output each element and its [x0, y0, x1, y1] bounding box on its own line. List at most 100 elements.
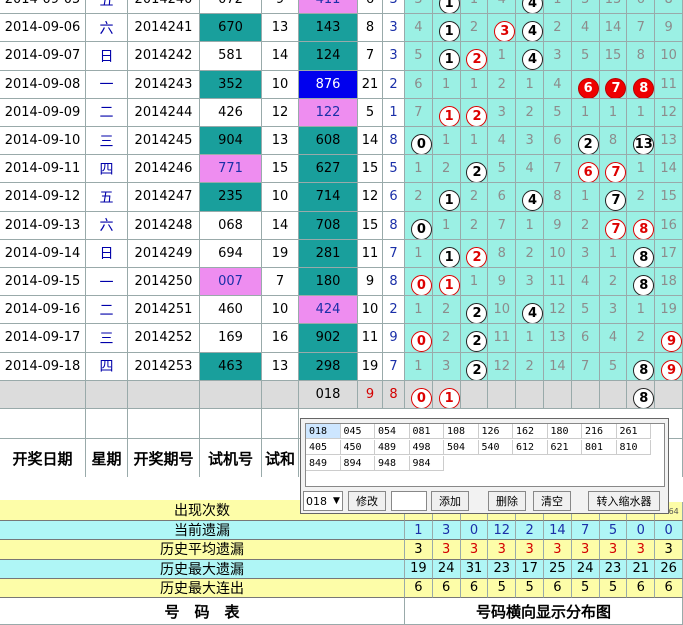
- grid-cell: 1: [432, 14, 461, 43]
- number-select[interactable]: 018 ▼: [303, 491, 343, 511]
- grid-cell: 5: [571, 296, 600, 325]
- hit-ball: 4: [522, 190, 543, 211]
- candidate-number[interactable]: 984: [409, 456, 444, 471]
- hit-ball: 0: [410, 275, 432, 296]
- number-list-grid[interactable]: 018 045 054 081 108 126 162 180 216 261 405 450 489 4…: [305, 423, 665, 487]
- grid-cell: 2: [544, 14, 572, 43]
- candidate-number[interactable]: 801: [582, 440, 617, 455]
- row-test-number: 581: [200, 42, 262, 71]
- row-weekday: 二: [86, 296, 128, 325]
- hit-ball: 0: [410, 331, 432, 352]
- row-prize-number: 180: [299, 268, 358, 297]
- row-sum: 21: [358, 70, 383, 99]
- grid-cell: 1: [516, 324, 544, 353]
- row-route: 1: [383, 98, 405, 127]
- row-sum: 15: [358, 155, 383, 184]
- row-test-sum: 7: [262, 268, 299, 297]
- grid-cell: 8: [627, 70, 656, 99]
- row-weekday: 一: [86, 70, 128, 99]
- grid-cell: 9: [655, 14, 683, 43]
- row-sum: 8: [358, 14, 383, 43]
- candidate-number[interactable]: 081: [409, 424, 444, 439]
- candidate-number[interactable]: 540: [478, 440, 513, 455]
- candidate-number[interactable]: 018: [306, 424, 341, 439]
- row-date: 2014-09-10: [0, 127, 86, 156]
- row-sum: 9: [358, 268, 383, 297]
- candidate-number[interactable]: 054: [375, 424, 410, 439]
- blank-cell: [200, 409, 262, 439]
- grid-cell: 4: [599, 324, 628, 353]
- candidate-number[interactable]: 612: [513, 440, 548, 455]
- row-route: 8: [383, 127, 405, 156]
- stat-value: 3: [488, 540, 517, 560]
- candidate-number[interactable]: 045: [340, 424, 375, 439]
- row-weekday: 五: [86, 183, 128, 212]
- row-test-sum: 12: [262, 98, 299, 127]
- row-test-number: 007: [200, 268, 262, 297]
- grid-cell: 12: [488, 352, 517, 381]
- candidate-number[interactable]: 108: [444, 424, 479, 439]
- row-test-sum: 10: [262, 296, 299, 325]
- hit-ball: 1: [438, 105, 460, 126]
- row-route: 8: [383, 268, 405, 297]
- row-route: 2: [383, 70, 405, 99]
- delete-button[interactable]: 删除: [488, 491, 526, 511]
- candidate-number[interactable]: 621: [547, 440, 582, 455]
- row-date: 2014-09-13: [0, 211, 86, 240]
- row-sum: 12: [358, 183, 383, 212]
- grid-cell: 7: [627, 14, 656, 43]
- candidate-number[interactable]: 216: [582, 424, 617, 439]
- number-list-popup: 018 045 054 081 108 126 162 180 216 261 405 450 489 4…: [300, 418, 669, 514]
- hit-ball: 8: [633, 359, 655, 380]
- candidate-number[interactable]: 849: [306, 456, 341, 471]
- row-test-sum: 19: [262, 239, 299, 268]
- pending-grid-cell: [571, 380, 600, 409]
- candidate-number[interactable]: 810: [616, 440, 651, 455]
- modify-button[interactable]: 修改: [348, 491, 386, 511]
- grid-cell: 2: [516, 239, 544, 268]
- grid-cell: 2: [460, 324, 489, 353]
- grid-cell: 13: [655, 127, 683, 156]
- candidate-number[interactable]: 180: [547, 424, 582, 439]
- grid-cell: 3: [405, 0, 433, 15]
- grid-cell: 1: [460, 127, 489, 156]
- grid-cell: 2: [460, 155, 489, 184]
- stat-value: 6: [655, 578, 683, 598]
- stat-value: 14: [544, 521, 572, 541]
- stat-value: 3: [516, 540, 544, 560]
- footer-number-table-label: 号 码 表: [0, 598, 405, 625]
- candidate-number[interactable]: 261: [616, 424, 651, 439]
- candidate-number[interactable]: 450: [340, 440, 375, 455]
- candidate-number[interactable]: 489: [375, 440, 410, 455]
- convert-to-reducer-button[interactable]: 转入缩水器: [588, 491, 660, 511]
- stat-value: 3: [405, 540, 433, 560]
- row-route: 9: [383, 324, 405, 353]
- row-route: 8: [383, 211, 405, 240]
- row-sum: 19: [358, 352, 383, 381]
- grid-cell: 2: [460, 98, 489, 127]
- candidate-number[interactable]: 126: [478, 424, 513, 439]
- grid-cell: 9: [544, 211, 572, 240]
- row-date: 2014-09-14: [0, 239, 86, 268]
- add-button[interactable]: 添加: [431, 491, 469, 511]
- grid-cell: 4: [516, 296, 544, 325]
- hit-ball: 4: [522, 303, 543, 324]
- row-test-number: 694: [200, 239, 262, 268]
- candidate-number[interactable]: 948: [375, 456, 410, 471]
- grid-cell: 3: [599, 296, 628, 325]
- number-input[interactable]: [391, 491, 427, 511]
- clear-button[interactable]: 清空: [533, 491, 571, 511]
- grid-cell: 2: [599, 268, 628, 297]
- stat-label: 当前遗漏: [0, 521, 405, 541]
- row-sum: 14: [358, 127, 383, 156]
- row-issue: 2014247: [128, 183, 200, 212]
- candidate-number[interactable]: 504: [444, 440, 479, 455]
- row-issue: 2014252: [128, 324, 200, 353]
- candidate-number[interactable]: 162: [513, 424, 548, 439]
- pending-empty-cell: [86, 380, 128, 409]
- row-sum: 15: [358, 211, 383, 240]
- row-sum: 10: [358, 296, 383, 325]
- candidate-number[interactable]: 405: [306, 440, 341, 455]
- candidate-number[interactable]: 498: [409, 440, 444, 455]
- candidate-number[interactable]: 894: [340, 456, 375, 471]
